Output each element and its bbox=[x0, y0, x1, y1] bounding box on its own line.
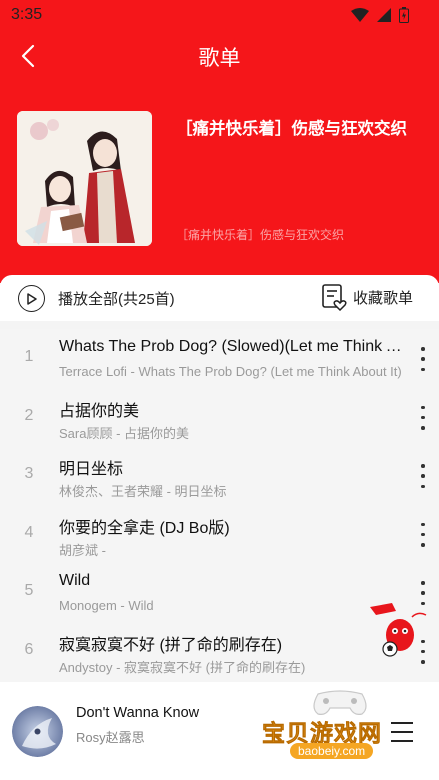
song-index: 2 bbox=[24, 406, 34, 424]
status-time: 3:35 bbox=[11, 6, 43, 23]
wifi-icon bbox=[351, 8, 369, 22]
collect-label: 收藏歌单 bbox=[352, 289, 413, 307]
nav-bar: 歌单 bbox=[0, 32, 439, 80]
watermark: 宝贝游戏网 baobeiy.com bbox=[262, 688, 412, 776]
song-subtitle: 林俊杰、王者荣耀 - 明日坐标 bbox=[59, 484, 227, 499]
song-row[interactable]: 3 明日坐标 林俊杰、王者荣耀 - 明日坐标 bbox=[0, 446, 439, 505]
mascot-icon[interactable] bbox=[366, 597, 430, 661]
signal-icon bbox=[377, 8, 391, 22]
now-playing-artwork bbox=[12, 706, 63, 757]
song-subtitle: Terrace Lofi - Whats The Prob Dog? (Let … bbox=[59, 364, 402, 379]
song-index: 1 bbox=[24, 348, 34, 365]
play-icon bbox=[18, 285, 45, 312]
song-index: 3 bbox=[24, 465, 34, 482]
more-options-icon[interactable] bbox=[413, 464, 433, 488]
song-subtitle: Monogem - Wild bbox=[59, 598, 154, 613]
playlist-description[interactable]: ［痛并快乐着］伤感与狂欢交织 bbox=[176, 226, 344, 243]
song-index: 6 bbox=[24, 640, 34, 658]
song-index: 4 bbox=[24, 523, 34, 541]
cover-illustration bbox=[17, 111, 152, 246]
now-playing-title: Don't Wanna Know bbox=[76, 705, 200, 721]
play-all-button[interactable]: 播放全部(共25首) bbox=[18, 285, 175, 312]
collect-playlist-button[interactable]: 收藏歌单 bbox=[321, 283, 413, 311]
status-bar: 3:35 bbox=[0, 0, 439, 30]
now-playing-artist: Rosy赵露思 bbox=[76, 730, 145, 745]
status-icons bbox=[351, 6, 409, 24]
more-options-icon[interactable] bbox=[413, 522, 433, 547]
play-all-label: 播放全部(共25首) bbox=[58, 291, 175, 308]
song-row[interactable]: 2 占据你的美 Sara顾顾 - 占据你的美 bbox=[0, 388, 439, 447]
watermark-url: baobeiy.com bbox=[290, 743, 374, 759]
more-options-icon[interactable] bbox=[413, 347, 433, 371]
song-subtitle: Sara顾顾 - 占据你的美 bbox=[59, 425, 190, 441]
page-title: 歌单 bbox=[198, 47, 241, 70]
song-title: 占据你的美 bbox=[59, 402, 140, 420]
playlist-cover[interactable] bbox=[17, 111, 152, 246]
song-row[interactable]: 1 Whats The Prob Dog? (Slowed)(Let me Th… bbox=[0, 329, 439, 388]
song-title: 寂寞寂寞不好 (拼了命的刷存在) bbox=[59, 636, 283, 654]
battery-icon bbox=[399, 7, 409, 23]
song-title: 明日坐标 bbox=[59, 461, 124, 478]
song-title: Whats The Prob Dog? (Slowed)(Let me Thin… bbox=[59, 338, 411, 355]
more-options-icon[interactable] bbox=[413, 405, 433, 430]
song-row[interactable]: 4 你要的全拿走 (DJ Bo版) 胡彦斌 - bbox=[0, 505, 439, 564]
playlist-name: ［痛并快乐着］伤感与狂欢交织 bbox=[176, 120, 407, 138]
action-bar: 播放全部(共25首) 收藏歌单 bbox=[0, 275, 439, 321]
song-index: 5 bbox=[24, 582, 34, 599]
song-subtitle: Andystoy - 寂寞寂寞不好 (拼了命的刷存在) bbox=[59, 659, 306, 675]
song-title: Wild bbox=[59, 572, 91, 589]
song-subtitle: 胡彦斌 - bbox=[59, 542, 106, 558]
playlist-header: 3:35 歌单 ［痛并快乐着］伤感与狂欢交织 ［痛并快乐着］伤感与狂欢交织 bbox=[0, 0, 439, 283]
song-title: 你要的全拿走 (DJ Bo版) bbox=[59, 519, 230, 537]
collect-playlist-icon bbox=[322, 284, 347, 311]
now-playing-cover[interactable] bbox=[12, 706, 63, 757]
